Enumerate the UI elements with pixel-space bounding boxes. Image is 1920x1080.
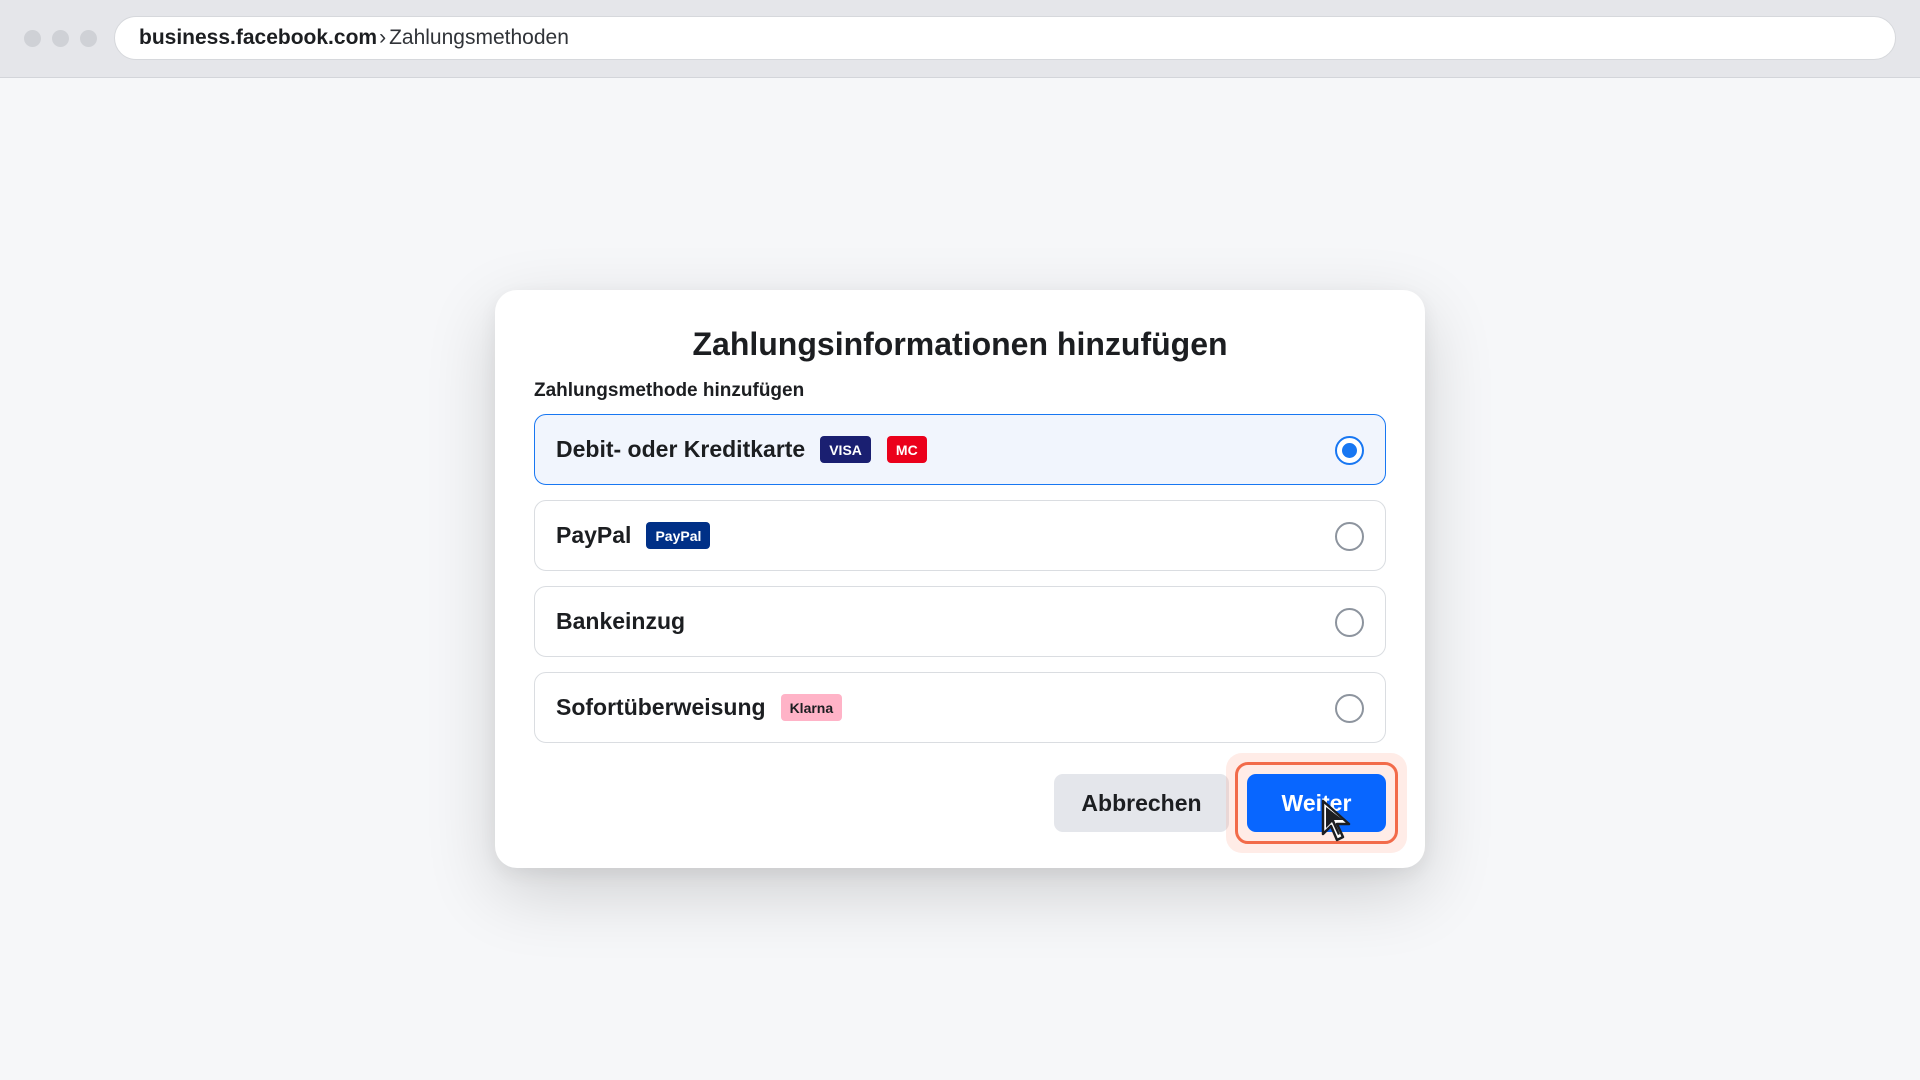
section-label: Zahlungsmethode hinzufügen [534,380,805,401]
url-host: business.facebook.com [139,26,378,49]
url-path: Zahlungsmethoden [389,26,569,49]
click-highlight-ring [1235,762,1398,844]
option-card-radio[interactable] [1335,436,1364,465]
window-close-dot[interactable] [24,30,41,47]
mouse-pointer-icon [1321,799,1351,842]
option-paypal-radio[interactable] [1335,522,1364,551]
url-separator: › [379,26,387,49]
cancel-button[interactable]: Abbrechen [1054,774,1229,832]
option-bank-debit[interactable]: Bankeinzug [534,586,1386,657]
option-sofort-label: Sofortüberweisung [556,694,766,720]
option-bank-debit-label: Bankeinzug [556,608,686,634]
window-minimize-dot[interactable] [52,30,69,47]
option-bank-debit-radio[interactable] [1335,608,1364,637]
option-card-label: Debit- oder Kreditkarte [556,436,806,462]
browser-toolbar: business.facebook.com › Zahlungsmethoden [0,0,1920,78]
dialog-title: Zahlungsinformationen hinzufügen [692,326,1228,362]
window-maximize-dot[interactable] [80,30,97,47]
klarna-badge: Klarna [780,694,843,721]
payment-info-dialog: Zahlungsinformationen hinzufügen Zahlung… [495,290,1425,868]
mastercard-badge: MC [886,436,927,463]
paypal-badge: PayPal [646,522,711,549]
option-paypal-label: PayPal [556,522,632,548]
option-card[interactable]: Debit- oder Kreditkarte VISA MC [534,414,1386,485]
option-paypal[interactable]: PayPal PayPal [534,500,1386,571]
option-sofort[interactable]: Sofortüberweisung Klarna [534,672,1386,743]
option-sofort-radio[interactable] [1335,694,1364,723]
address-bar[interactable]: business.facebook.com › Zahlungsmethoden [114,16,1896,60]
visa-badge: VISA [820,436,871,463]
